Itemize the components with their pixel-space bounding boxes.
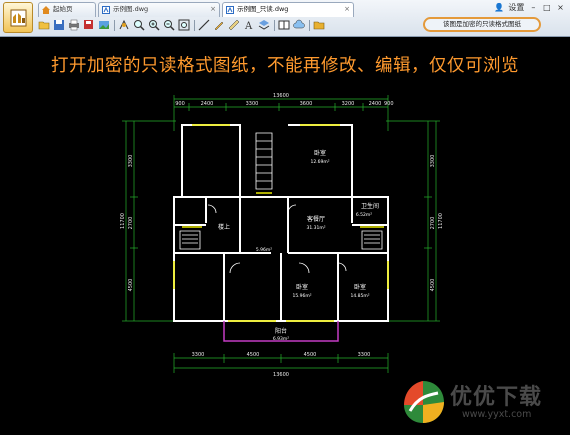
dim-bottom-total: 13600 — [273, 372, 289, 378]
app-menu-button[interactable] — [3, 2, 33, 33]
home-icon — [42, 6, 50, 14]
watermark-text: 优优下载 — [450, 385, 543, 410]
window-controls: 👤 设置 – □ × — [494, 2, 566, 14]
tab-readonly-drawing[interactable]: 示例图_只读.dwg × — [222, 2, 354, 17]
dim-right: 3300 — [430, 155, 436, 168]
dim-left: 2700 — [128, 217, 134, 230]
save-icon[interactable] — [53, 19, 65, 31]
zoom-extents-icon[interactable] — [178, 19, 190, 31]
dim-top: 2400 — [201, 101, 214, 107]
drawing-canvas[interactable]: 打开加密的只读格式图纸，不能再修改、编辑，仅仅可浏览 13600 900 240… — [0, 37, 570, 423]
tab-label: 示例图_只读.dwg — [237, 5, 289, 13]
cad-app-icon — [10, 9, 27, 27]
close-button[interactable]: × — [555, 3, 566, 12]
room-label: 卧室 — [354, 283, 366, 291]
dim-top: 900 — [384, 101, 394, 107]
dwg-file-icon — [226, 6, 234, 14]
image-icon[interactable] — [98, 19, 110, 31]
measure-icon[interactable] — [228, 19, 240, 31]
dim-top: 3600 — [300, 101, 313, 107]
room-label: 卧室 — [314, 149, 326, 157]
svg-text:A: A — [244, 21, 253, 31]
dim-bottom: 3300 — [192, 352, 205, 358]
layout-icon[interactable] — [278, 19, 290, 31]
dim-right: 2700 — [430, 217, 436, 230]
walls — [173, 124, 389, 322]
pen-icon[interactable] — [213, 19, 225, 31]
line-icon[interactable] — [198, 19, 210, 31]
room-area: 14.85m² — [350, 293, 369, 299]
room-area: 5.96m² — [256, 247, 272, 253]
dim-top: 3300 — [246, 101, 259, 107]
close-tab-icon[interactable]: × — [210, 3, 216, 16]
dim-right: 4500 — [430, 279, 436, 292]
room-label: 卫生间 — [361, 202, 379, 210]
room-area: 6.52m² — [356, 212, 372, 218]
room-area: 12.69m² — [310, 159, 329, 165]
close-tab-icon[interactable]: × — [344, 3, 350, 16]
dim-top: 3200 — [342, 101, 355, 107]
tab-label: 示例图.dwg — [113, 5, 149, 13]
zoom-window-icon[interactable] — [133, 19, 145, 31]
room-label: 卧室 — [296, 283, 308, 291]
dim-left-total: 11700 — [120, 213, 126, 229]
dim-bottom: 3300 — [358, 352, 371, 358]
toolbar-separator — [274, 20, 275, 31]
cloud-icon[interactable] — [293, 19, 305, 31]
watermark-logo-icon — [404, 381, 444, 423]
dim-bottom: 4500 — [304, 352, 317, 358]
settings-button[interactable]: 设置 — [507, 2, 525, 13]
pan-icon[interactable] — [118, 19, 130, 31]
folder-icon[interactable] — [313, 19, 325, 31]
site-watermark: 优优下载 www.yyxt.com — [398, 375, 570, 435]
dim-left: 3300 — [128, 155, 134, 168]
dwg-file-icon — [102, 6, 110, 14]
toolbar-separator — [309, 20, 310, 31]
room-label: 客餐厅 — [307, 215, 325, 223]
dim-top: 900 — [175, 101, 185, 107]
layer-icon[interactable] — [258, 19, 270, 31]
text-icon[interactable]: A — [243, 19, 255, 31]
title-bar: 起始页 示例图.dwg × 示例图_只读.dwg × 👤 设置 – □ × A … — [0, 0, 570, 37]
dim-top-total: 13600 — [273, 93, 289, 99]
dim-bottom: 4500 — [247, 352, 260, 358]
dim-right-total: 11700 — [438, 213, 444, 229]
tab-sample-drawing[interactable]: 示例图.dwg × — [98, 2, 220, 17]
tab-label: 起始页 — [53, 5, 73, 13]
toolbar-separator — [114, 20, 115, 31]
room-area: 6.93m² — [273, 336, 289, 342]
readonly-status-badge: 该图是加密的只读格式图纸 — [423, 17, 541, 32]
minimize-button[interactable]: – — [528, 3, 539, 12]
save-as-icon[interactable] — [83, 19, 95, 31]
user-icon[interactable]: 👤 — [494, 3, 505, 12]
dim-left: 4500 — [128, 279, 134, 292]
room-label: 楼上 — [218, 223, 230, 231]
tab-start-page[interactable]: 起始页 — [38, 2, 96, 17]
toolbar: A — [36, 18, 436, 34]
room-area: 31.31m² — [306, 225, 325, 231]
toolbar-separator — [194, 20, 195, 31]
dim-top: 2400 — [369, 101, 382, 107]
watermark-url: www.yyxt.com — [462, 409, 532, 420]
headline-caption: 打开加密的只读格式图纸，不能再修改、编辑，仅仅可浏览 — [51, 56, 519, 76]
print-icon[interactable] — [68, 19, 80, 31]
zoom-in-icon[interactable] — [148, 19, 160, 31]
room-label: 阳台 — [275, 327, 287, 335]
maximize-button[interactable]: □ — [541, 3, 552, 12]
zoom-out-icon[interactable] — [163, 19, 175, 31]
room-area: 15.96m² — [292, 293, 311, 299]
open-icon[interactable] — [38, 19, 50, 31]
floor-plan: 13600 900 2400 3300 3600 3200 2400 900 3… — [120, 93, 444, 378]
